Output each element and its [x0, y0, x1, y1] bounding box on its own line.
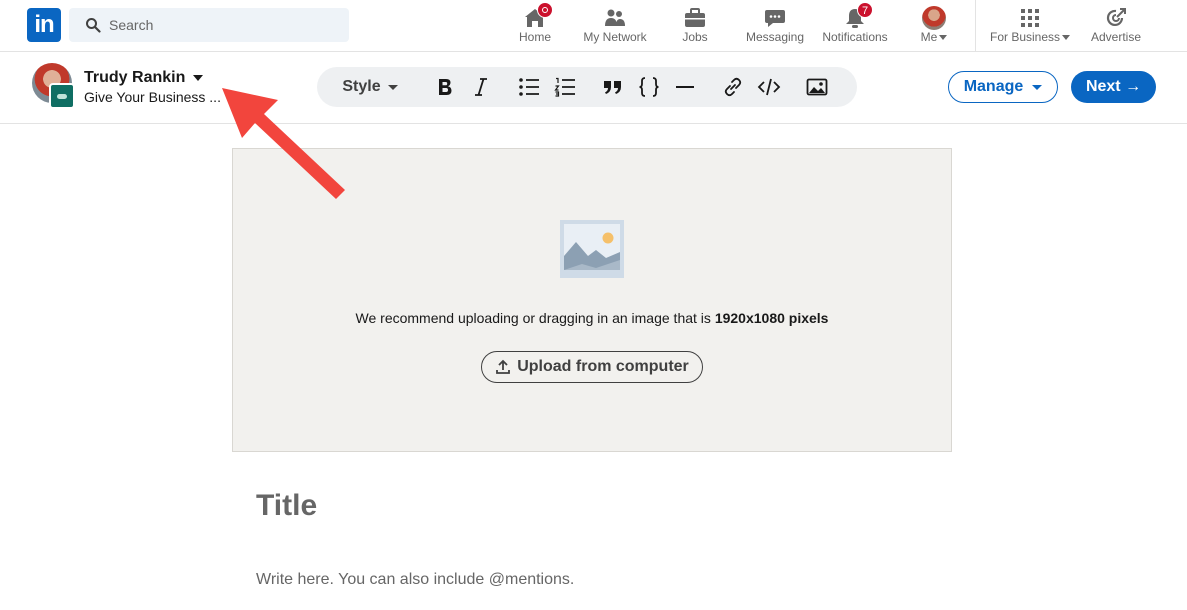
- nav-divider: [975, 0, 976, 52]
- company-logo: [49, 83, 75, 109]
- home-icon: [523, 2, 553, 30]
- nav-my-network-label: My Network: [583, 30, 647, 44]
- article-body-input[interactable]: Write here. You can also include @mentio…: [256, 571, 574, 589]
- me-avatar: [922, 6, 946, 30]
- linkedin-logo[interactable]: in: [27, 8, 61, 42]
- my-network-icon: [603, 6, 627, 30]
- advertise-icon: [1104, 6, 1128, 30]
- search-icon: [86, 18, 101, 33]
- grid-icon: [1018, 6, 1042, 30]
- bell-icon: 7: [843, 2, 873, 30]
- numbered-list-button[interactable]: [551, 67, 579, 107]
- quote-button[interactable]: [599, 67, 627, 107]
- search-input[interactable]: [109, 8, 339, 42]
- nav-advertise[interactable]: Advertise: [1086, 0, 1146, 52]
- nav-messaging-label: Messaging: [745, 30, 805, 44]
- recommend-size: 1920x1080 pixels: [714, 310, 829, 326]
- bold-icon: [439, 79, 452, 95]
- chevron-down-icon: [387, 84, 398, 90]
- bold-button[interactable]: [431, 67, 459, 107]
- chevron-down-icon: [939, 35, 948, 41]
- next-button[interactable]: Next →: [1071, 71, 1156, 103]
- link-icon: [724, 77, 742, 97]
- nav-jobs[interactable]: Jobs: [672, 0, 718, 52]
- image-icon: [806, 78, 828, 96]
- recommend-text: We recommend uploading or dragging in an…: [355, 310, 715, 326]
- embed-icon: [757, 78, 781, 96]
- editor-header: Trudy Rankin Give Your Business ... Styl…: [0, 52, 1187, 124]
- code-block-button[interactable]: [635, 67, 663, 107]
- italic-button[interactable]: [467, 67, 495, 107]
- upload-from-computer-button[interactable]: Upload from computer: [481, 351, 703, 383]
- nav-messaging[interactable]: Messaging: [740, 0, 810, 52]
- briefcase-icon: [683, 6, 707, 30]
- nav-my-network[interactable]: My Network: [576, 0, 654, 52]
- author-switcher-caret-icon[interactable]: [193, 75, 203, 81]
- nav-notifications-label: Notifications: [822, 30, 888, 44]
- nav-jobs-label: Jobs: [682, 30, 708, 44]
- article-title-input[interactable]: Title: [256, 489, 317, 523]
- author-name[interactable]: Trudy Rankin: [84, 69, 185, 87]
- divider-button[interactable]: [671, 67, 699, 107]
- upload-label: Upload from computer: [517, 358, 689, 375]
- nav-notifications[interactable]: 7 Notifications: [816, 0, 894, 52]
- bulleted-list-button[interactable]: [515, 67, 543, 107]
- manage-label: Manage: [963, 78, 1024, 95]
- numbered-list-icon: [554, 77, 575, 97]
- nav-advertise-label: Advertise: [1090, 30, 1142, 44]
- style-label: Style: [342, 78, 381, 95]
- image-placeholder-icon: [560, 220, 624, 278]
- quote-icon: [604, 81, 621, 94]
- manage-button[interactable]: Manage: [948, 71, 1058, 103]
- code-block-icon: [639, 77, 659, 97]
- upload-icon: [496, 359, 511, 374]
- nav-me-label: Me: [920, 30, 938, 44]
- nav-me[interactable]: Me: [912, 0, 956, 52]
- messaging-icon: [763, 6, 787, 30]
- style-dropdown[interactable]: Style: [333, 67, 407, 107]
- global-nav: in Home My Network Jobs Messaging 7: [0, 0, 1187, 52]
- link-button[interactable]: [719, 67, 747, 107]
- nav-home[interactable]: Home: [506, 0, 564, 52]
- author-subtitle: Give Your Business ...: [84, 89, 221, 105]
- bulleted-list-icon: [519, 78, 539, 96]
- nav-for-business[interactable]: For Business: [984, 0, 1076, 52]
- notifications-count-badge: 7: [857, 2, 873, 18]
- search-bar[interactable]: [69, 8, 349, 42]
- nav-home-label: Home: [518, 30, 551, 44]
- image-size-recommendation: We recommend uploading or dragging in an…: [233, 310, 951, 326]
- nav-for-business-label: For Business: [989, 30, 1061, 44]
- cover-image-dropzone[interactable]: We recommend uploading or dragging in an…: [232, 148, 952, 452]
- home-notification-dot: [537, 2, 553, 18]
- chevron-down-icon: [1032, 84, 1043, 90]
- formatting-toolbar: Style: [317, 67, 857, 107]
- embed-button[interactable]: [755, 67, 783, 107]
- image-button[interactable]: [803, 67, 831, 107]
- italic-icon: [475, 78, 487, 96]
- chevron-down-icon: [1062, 35, 1071, 41]
- divider-icon: [676, 86, 694, 88]
